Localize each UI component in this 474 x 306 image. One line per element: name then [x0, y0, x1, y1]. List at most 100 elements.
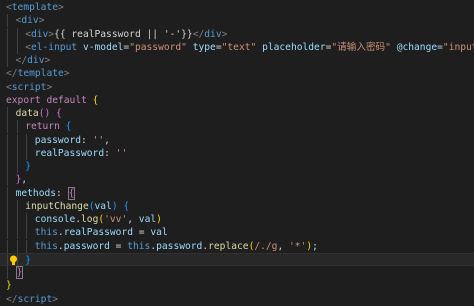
- code-line[interactable]: realPassword: '': [0, 146, 474, 160]
- code-line[interactable]: <div>{{ realPassword || '-'}}</div>: [0, 27, 474, 41]
- code-token: this: [34, 240, 58, 252]
- code-line[interactable]: this.password = this.password.replace(/.…: [0, 239, 474, 253]
- code-token: script: [11, 81, 47, 93]
- code-line[interactable]: console.log('vv', val): [0, 213, 474, 226]
- indent-guide: [7, 173, 8, 187]
- code-line[interactable]: inputChange(val) {: [0, 199, 474, 213]
- code-line[interactable]: }: [0, 160, 474, 173]
- indent-guide: [16, 133, 18, 147]
- code-line[interactable]: }: [0, 266, 474, 279]
- code-token: '': [115, 147, 128, 159]
- code-token: template: [11, 2, 58, 13]
- code-line[interactable]: },: [0, 173, 474, 187]
- code-line[interactable]: <el-input v-model="password" type="text"…: [0, 40, 474, 54]
- code-token: /./g: [254, 240, 278, 252]
- indent-guide: [7, 239, 8, 253]
- code-line[interactable]: this.realPassword = val: [0, 226, 474, 240]
- code-token: </: [6, 68, 18, 80]
- code-token: ): [156, 214, 162, 225]
- code-token: >: [46, 81, 53, 93]
- code-token: :: [56, 187, 68, 199]
- indent-guide: [7, 54, 8, 67]
- code-token: realPassword: [34, 147, 105, 159]
- lightbulb-icon[interactable]: [9, 255, 18, 266]
- code-line[interactable]: export default {: [0, 94, 474, 107]
- indent-guide: [16, 146, 18, 160]
- code-text: </template>: [6, 67, 70, 80]
- indent-guide: [26, 133, 28, 147]
- code-token: @change: [396, 41, 438, 53]
- code-token: {: [123, 200, 130, 212]
- code-line[interactable]: return {: [0, 120, 474, 134]
- code-text: this.password = this.password.replace(/.…: [35, 240, 318, 253]
- indent-guide: [7, 199, 8, 213]
- indent-guide: [7, 213, 8, 226]
- code-token: "请输入密码": [331, 41, 391, 53]
- code-text: </div>: [16, 54, 51, 67]
- code-token: :: [104, 147, 116, 159]
- indent-guide: [26, 213, 28, 226]
- code-token: div: [204, 28, 222, 40]
- code-token: ;: [312, 240, 318, 252]
- code-token: realPassword: [63, 227, 133, 239]
- code-text: password: '',: [35, 134, 110, 147]
- code-line[interactable]: methods: {: [0, 186, 474, 200]
- code-token: =: [133, 227, 151, 239]
- code-token: </: [6, 293, 18, 305]
- indent-guide: [26, 226, 28, 240]
- code-token: >: [221, 28, 228, 40]
- code-line[interactable]: }: [0, 252, 474, 266]
- code-token: }: [25, 254, 31, 266]
- code-text: <script>: [6, 81, 52, 94]
- code-line[interactable]: </script>: [0, 293, 474, 306]
- code-token: {: [67, 186, 76, 200]
- code-token: "inputChange": [442, 41, 474, 53]
- code-token: inputChange: [25, 200, 89, 212]
- code-text: inputChange(val) {: [25, 200, 129, 213]
- code-line[interactable]: <script>: [0, 81, 474, 94]
- code-token: log: [81, 214, 99, 225]
- indent-guide: [7, 14, 8, 28]
- indent-guide: [16, 199, 18, 213]
- indent-guide: [7, 120, 8, 134]
- code-token: (): [38, 108, 51, 119]
- code-token: v-model: [82, 41, 124, 53]
- code-token: "text": [221, 41, 257, 53]
- indent-guide: [16, 213, 18, 226]
- indent-guide: [7, 146, 8, 160]
- indent-guide: [7, 266, 8, 279]
- code-token: 'vv': [104, 214, 128, 225]
- code-token: val: [138, 214, 157, 225]
- code-text: }: [25, 160, 31, 173]
- code-line[interactable]: <template>: [0, 1, 474, 14]
- code-text: <el-input v-model="password" type="text"…: [25, 41, 474, 54]
- code-token: {: [65, 121, 72, 133]
- code-token: </: [15, 55, 28, 66]
- code-token: val: [94, 200, 112, 212]
- code-line[interactable]: password: '',: [0, 133, 474, 147]
- indent-guide: [7, 253, 8, 265]
- code-token: div: [30, 28, 49, 40]
- code-line[interactable]: data() {: [0, 107, 474, 120]
- code-line[interactable]: </template>: [0, 67, 474, 80]
- code-token: :: [81, 134, 93, 146]
- code-text: methods: {: [16, 186, 76, 200]
- code-text: this.realPassword = val: [35, 226, 168, 239]
- indent-guide: [7, 40, 8, 54]
- code-token: password: [34, 134, 82, 146]
- code-token: >: [38, 15, 45, 27]
- code-line[interactable]: }: [0, 279, 474, 292]
- code-token: replace: [208, 240, 249, 252]
- code-text: realPassword: '': [35, 147, 127, 160]
- code-token: >: [52, 293, 58, 305]
- code-token: >: [44, 55, 51, 66]
- code-line[interactable]: <div>: [0, 14, 474, 28]
- indent-guide: [7, 186, 8, 200]
- code-token: placeholder: [262, 41, 326, 53]
- code-line[interactable]: </div>: [0, 54, 474, 67]
- code-token: "password": [129, 41, 187, 53]
- code-editor[interactable]: <template> <div> <div>{{ realPassword || '…: [0, 0, 474, 305]
- code-token: >: [63, 68, 70, 80]
- code-token: console: [34, 214, 76, 225]
- code-text: return {: [25, 120, 71, 133]
